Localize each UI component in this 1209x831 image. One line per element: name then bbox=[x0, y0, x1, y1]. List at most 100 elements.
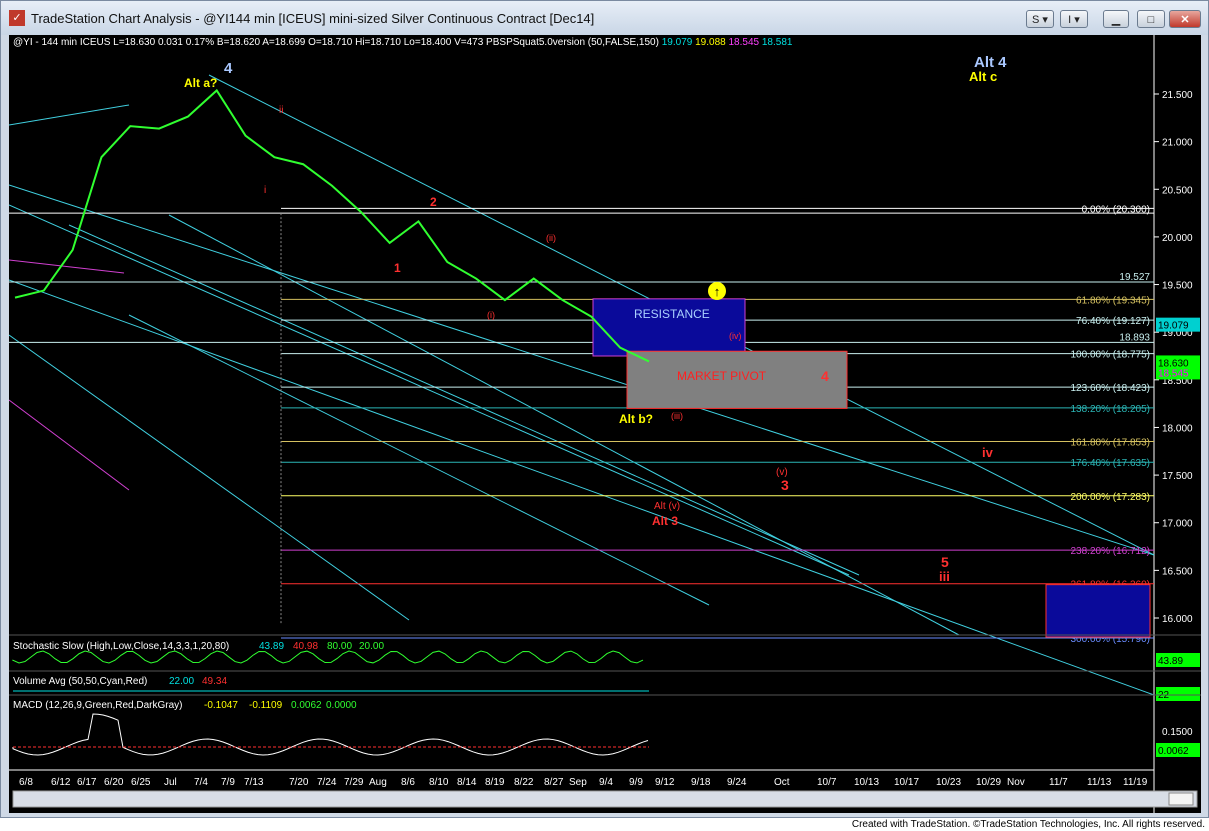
wave-label-altc: Alt c bbox=[969, 69, 997, 84]
market-pivot-label: MARKET PIVOT bbox=[677, 369, 767, 383]
date-label: 9/9 bbox=[629, 777, 643, 788]
scrollbar-thumb bbox=[1168, 792, 1194, 806]
price-label: 19.500 bbox=[1162, 281, 1193, 292]
price-series-line bbox=[14, 88, 650, 363]
date-label: 8/6 bbox=[401, 777, 415, 788]
date-label: 6/8 bbox=[19, 777, 33, 788]
minimize-button[interactable]: ▁ bbox=[1103, 10, 1129, 28]
fib-label: 138.20% (18.205) bbox=[1070, 404, 1150, 415]
date-label: Jul bbox=[164, 777, 177, 788]
macd-axis-value: 0.0062 bbox=[1158, 746, 1189, 757]
date-label: Aug bbox=[369, 777, 387, 788]
macd-v3: 0.0062 bbox=[291, 700, 322, 711]
wave-label-altv: Alt (v) bbox=[654, 501, 680, 512]
status-line: @YI - 144 min ICEUS L=18.630 0.031 0.17%… bbox=[13, 37, 793, 48]
fib-label: 100.00% (18.775) bbox=[1070, 350, 1150, 361]
macd-axis-label: 0.1500 bbox=[1162, 727, 1193, 738]
date-label: 8/22 bbox=[514, 777, 534, 788]
macd-line bbox=[12, 713, 649, 756]
channel-line bbox=[168, 214, 960, 636]
wave-label-1: 1 bbox=[394, 261, 401, 275]
fib-label: 0.00% (20.300) bbox=[1082, 204, 1150, 215]
volume-v1: 22.00 bbox=[169, 676, 194, 687]
wave-label-i: i bbox=[264, 185, 266, 196]
app-icon: ✓ bbox=[9, 10, 25, 26]
date-label: 8/19 bbox=[485, 777, 505, 788]
date-label: 7/29 bbox=[344, 777, 364, 788]
symbol-link-label: S bbox=[1032, 14, 1040, 26]
chart-area[interactable]: @YI - 144 min ICEUS L=18.630 0.031 0.17%… bbox=[8, 35, 1201, 813]
date-label: 11/7 bbox=[1049, 777, 1068, 788]
channel-line bbox=[8, 104, 130, 126]
wave-label-ii: ii bbox=[279, 105, 283, 116]
date-label: Oct bbox=[774, 777, 790, 788]
stoch-line bbox=[12, 650, 644, 664]
date-label: 8/27 bbox=[544, 777, 564, 788]
date-label: 10/29 bbox=[976, 777, 1001, 788]
horizontal-scrollbar bbox=[12, 790, 1198, 808]
stoch-v1: 43.89 bbox=[259, 641, 284, 652]
date-label: 7/20 bbox=[289, 777, 309, 788]
channel-line bbox=[8, 334, 410, 621]
price-label: 21.000 bbox=[1162, 138, 1193, 149]
wave-label-alt3: Alt 3 bbox=[652, 514, 678, 528]
title-bar: ✓ TradeStation Chart Analysis - @YI144 m… bbox=[1, 1, 1208, 35]
footer-copyright: Created with TradeStation. ©TradeStation… bbox=[851, 819, 1205, 830]
fib-label: 61.80% (19.345) bbox=[1076, 295, 1150, 306]
up-arrow-glyph: ↑ bbox=[714, 284, 721, 299]
date-label: 7/4 bbox=[194, 777, 208, 788]
wave-label-red-4: 4 bbox=[821, 368, 829, 384]
stoch-v2: 40.98 bbox=[293, 641, 318, 652]
date-label: 10/13 bbox=[854, 777, 879, 788]
volume-label: Volume Avg (50,50,Cyan,Red) bbox=[13, 676, 147, 687]
wave-label-small-iii: (iii) bbox=[671, 411, 683, 421]
date-label: Sep bbox=[569, 777, 587, 788]
price-label: 21.500 bbox=[1162, 90, 1193, 101]
price-label: 16.000 bbox=[1162, 614, 1193, 625]
level-label: 19.527 bbox=[1119, 272, 1150, 283]
magenta-channel bbox=[8, 399, 130, 491]
date-label: 8/14 bbox=[457, 777, 477, 788]
macd-label: MACD (12,26,9,Green,Red,DarkGray) bbox=[13, 700, 183, 711]
chart-svg[interactable]: @YI - 144 min ICEUS L=18.630 0.031 0.17%… bbox=[8, 35, 1201, 813]
indicator-link-button[interactable]: I ▾ bbox=[1060, 10, 1088, 28]
wave-label-2: 2 bbox=[430, 195, 437, 209]
date-label: 7/9 bbox=[221, 777, 235, 788]
macd-v4: 0.0000 bbox=[326, 700, 357, 711]
fib-label: 76.40% (19.127) bbox=[1076, 316, 1150, 327]
current-price-label-2: 18.545 bbox=[1158, 368, 1189, 379]
channel-line bbox=[128, 314, 710, 606]
stoch-v3: 80.00 bbox=[327, 641, 352, 652]
stoch-axis-label: 43.89 bbox=[1158, 656, 1183, 667]
channel-line bbox=[8, 184, 1155, 556]
date-label: 11/13 bbox=[1087, 777, 1112, 788]
wave-label-4: 4 bbox=[224, 60, 233, 77]
date-label: 6/17 bbox=[77, 777, 97, 788]
volume-v2: 49.34 bbox=[202, 676, 227, 687]
symbol-link-button[interactable]: S ▾ bbox=[1026, 10, 1054, 28]
last-price-label: 19.079 bbox=[1158, 321, 1189, 332]
price-label: 16.500 bbox=[1162, 566, 1193, 577]
price-label: 20.000 bbox=[1162, 233, 1193, 244]
date-label: 9/12 bbox=[655, 777, 675, 788]
date-label: 7/24 bbox=[317, 777, 337, 788]
price-label: 20.500 bbox=[1162, 185, 1193, 196]
date-label: 7/13 bbox=[244, 777, 264, 788]
date-label: 8/10 bbox=[429, 777, 449, 788]
resistance-label: RESISTANCE bbox=[634, 307, 710, 321]
date-label: 6/12 bbox=[51, 777, 71, 788]
macd-v2: -0.1109 bbox=[249, 700, 283, 711]
wave-label-alta: Alt a? bbox=[184, 76, 217, 90]
maximize-button[interactable]: □ bbox=[1137, 10, 1165, 28]
close-button[interactable]: ✕ bbox=[1169, 10, 1201, 28]
date-label: 6/25 bbox=[131, 777, 151, 788]
date-label: 10/23 bbox=[936, 777, 961, 788]
date-label: 9/18 bbox=[691, 777, 711, 788]
wave-label-small-ii: (ii) bbox=[546, 233, 556, 243]
fib-label: 200.00% (17.283) bbox=[1070, 492, 1150, 503]
price-label: 17.500 bbox=[1162, 471, 1193, 482]
target-zone bbox=[1045, 584, 1151, 638]
stoch-v4: 20.00 bbox=[359, 641, 384, 652]
date-label: 6/20 bbox=[104, 777, 124, 788]
wave-label-altb: Alt b? bbox=[619, 412, 653, 426]
